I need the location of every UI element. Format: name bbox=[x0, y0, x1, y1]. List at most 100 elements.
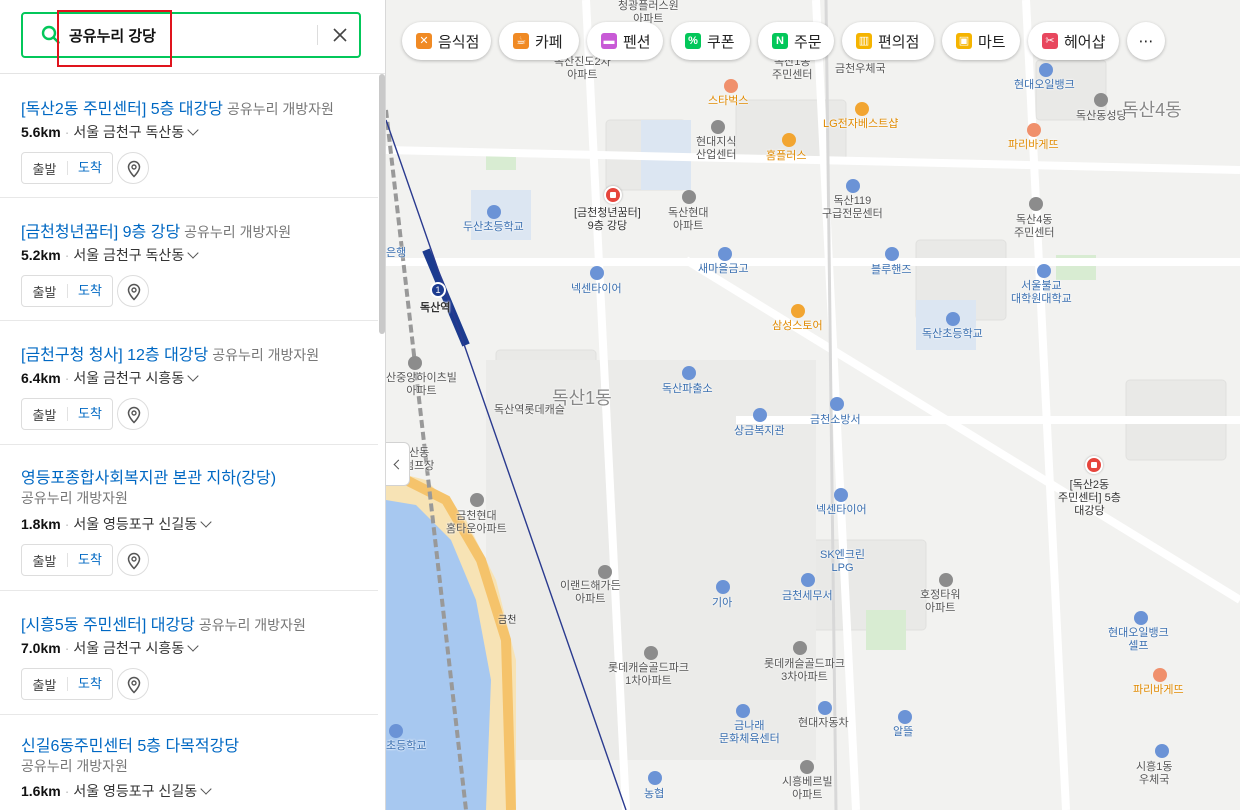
car-repair-icon bbox=[834, 488, 848, 502]
location-pin-button[interactable] bbox=[117, 398, 149, 430]
list-item[interactable]: [금천청년꿈터] 9층 강당 공유누리 개방자원 5.2km · 서울 금천구 독산동… bbox=[0, 198, 378, 321]
chevron-down-icon[interactable] bbox=[200, 783, 212, 795]
shop-icon bbox=[855, 102, 869, 116]
school-icon bbox=[389, 724, 403, 738]
result-marker-label[interactable]: [금천청년꿈터] 9층 강당 bbox=[574, 207, 641, 233]
chip-more[interactable]: ⋯ bbox=[1127, 22, 1165, 60]
arrive-button[interactable]: 도착 bbox=[67, 284, 112, 298]
apartment-icon bbox=[598, 565, 612, 579]
gas-station-icon bbox=[898, 710, 912, 724]
result-category: 공유누리 개방자원 bbox=[21, 490, 128, 506]
list-item[interactable]: [금천구청 청사] 12층 대강당 공유누리 개방자원 6.4km · 서울 금천구 … bbox=[0, 321, 378, 445]
result-title[interactable]: [독산2동 주민센터] 5층 대강당 공유누리 개방자원 bbox=[21, 95, 334, 119]
map-label: 상금복지관 bbox=[734, 425, 785, 437]
map-label: 독산역롯데캐슬 bbox=[494, 404, 565, 416]
result-address: 서울 금천구 독산동 bbox=[73, 247, 185, 263]
route-button: 출발 도착 bbox=[21, 544, 113, 576]
school-icon bbox=[487, 205, 501, 219]
close-icon[interactable] bbox=[327, 22, 353, 48]
result-marker[interactable] bbox=[604, 186, 622, 204]
chevron-down-icon[interactable] bbox=[187, 370, 199, 382]
chip-order[interactable]: N 주문 bbox=[758, 22, 834, 60]
chip-label: 음식점 bbox=[438, 33, 480, 51]
map-label: 새마을금고 bbox=[698, 263, 749, 275]
chip-restaurant[interactable]: ✕ 음식점 bbox=[402, 22, 491, 60]
apartment-icon bbox=[682, 190, 696, 204]
map-label: 산중앙하이츠빌 아파트 bbox=[386, 372, 457, 397]
start-button[interactable]: 출발 bbox=[22, 675, 67, 694]
arrive-button[interactable]: 도착 bbox=[67, 161, 112, 175]
result-title[interactable]: [금천청년꿈터] 9층 강당 공유누리 개방자원 bbox=[21, 218, 291, 242]
result-info: 7.0km · 서울 금천구 시흥동 bbox=[21, 638, 199, 658]
search-icon bbox=[41, 25, 60, 44]
location-pin-button[interactable] bbox=[117, 275, 149, 307]
building-icon bbox=[1029, 197, 1043, 211]
result-title[interactable]: [시흥5동 주민센터] 대강당 공유누리 개방자원 bbox=[21, 611, 306, 635]
result-distance: 7.0km bbox=[21, 640, 61, 656]
chip-pension[interactable]: ▬ 펜션 bbox=[587, 22, 663, 60]
chip-coupon[interactable]: % 쿠폰 bbox=[671, 22, 750, 60]
map-label: 독산파출소 bbox=[662, 383, 713, 395]
chip-cafe[interactable]: ☕ 카페 bbox=[499, 22, 579, 60]
arrive-button[interactable]: 도착 bbox=[67, 553, 112, 567]
chevron-down-icon[interactable] bbox=[200, 516, 212, 528]
result-distance: 1.6km bbox=[21, 783, 61, 799]
apartment-icon bbox=[800, 760, 814, 774]
police-icon bbox=[682, 366, 696, 380]
chevron-down-icon[interactable] bbox=[187, 247, 199, 259]
search-input[interactable] bbox=[69, 23, 309, 47]
start-button[interactable]: 출발 bbox=[22, 405, 67, 424]
location-pin-icon bbox=[127, 406, 141, 424]
start-button[interactable]: 출발 bbox=[22, 551, 67, 570]
scissors-icon: ✂ bbox=[1042, 33, 1058, 49]
location-pin-button[interactable] bbox=[117, 544, 149, 576]
arrive-button[interactable]: 도착 bbox=[67, 677, 112, 691]
list-item[interactable]: [시흥5동 주민센터] 대강당 공유누리 개방자원 7.0km · 서울 금천구 시흥… bbox=[0, 591, 378, 715]
map-label: 시흥1동 우체국 bbox=[1136, 761, 1173, 786]
map-label: 호정타워 아파트 bbox=[920, 589, 961, 614]
map-label: 독산4동 주민센터 bbox=[1014, 214, 1055, 239]
car-repair-icon bbox=[590, 266, 604, 280]
scrollbar[interactable] bbox=[379, 74, 385, 334]
location-pin-button[interactable] bbox=[117, 668, 149, 700]
fork-knife-icon: ✕ bbox=[416, 33, 432, 49]
location-pin-icon bbox=[127, 676, 141, 694]
location-pin-button[interactable] bbox=[117, 152, 149, 184]
result-title[interactable]: 신길6동주민센터 5층 다목적강당 bbox=[21, 732, 239, 756]
route-button: 출발 도착 bbox=[21, 152, 113, 184]
chevron-down-icon[interactable] bbox=[187, 124, 199, 136]
station-label[interactable]: 독산역 bbox=[420, 302, 450, 315]
map-label: 현대자동차 bbox=[798, 717, 849, 729]
chip-mart[interactable]: ▣ 마트 bbox=[942, 22, 1020, 60]
school-icon bbox=[946, 312, 960, 326]
chip-hair-shop[interactable]: ✂ 헤어샵 bbox=[1028, 22, 1119, 60]
bakery-icon bbox=[1153, 668, 1167, 682]
list-item[interactable]: [독산2동 주민센터] 5층 대강당 공유누리 개방자원 5.6km · 서울 금천구… bbox=[0, 74, 378, 198]
map-label: 금천소방서 bbox=[810, 414, 861, 426]
result-category: 공유누리 개방자원 bbox=[184, 224, 292, 240]
start-button[interactable]: 출발 bbox=[22, 159, 67, 178]
arrive-button[interactable]: 도착 bbox=[67, 407, 112, 421]
map-label: 금천현대 홈타운아파트 bbox=[446, 510, 507, 535]
car-dealer-icon bbox=[818, 701, 832, 715]
map-label: 독산119 구급전문센터 bbox=[822, 195, 883, 220]
map-view[interactable]: 독산1동 독산4동 독산역 1 [금천청년꿈터] 9층 강당 [독산2동 주민센… bbox=[386, 0, 1240, 810]
result-title[interactable]: [금천구청 청사] 12층 대강당 공유누리 개방자원 bbox=[21, 341, 319, 365]
gas-station-icon bbox=[1039, 63, 1053, 77]
location-pin-icon bbox=[127, 552, 141, 570]
result-title[interactable]: 영등포종합사회복지관 본관 지하(강당) bbox=[21, 464, 276, 488]
start-button[interactable]: 출발 bbox=[22, 282, 67, 301]
map-label: 현대오일뱅크 bbox=[1014, 79, 1075, 91]
subway-line1-icon[interactable]: 1 bbox=[430, 282, 446, 298]
result-marker-label[interactable]: [독산2동 주민센터] 5층 대강당 bbox=[1058, 479, 1121, 518]
chip-convenience-store[interactable]: ▥ 편의점 bbox=[842, 22, 934, 60]
collapse-panel-button[interactable] bbox=[386, 442, 410, 486]
list-item[interactable]: 신길6동주민센터 5층 다목적강당 공유누리 개방자원 1.6km · 서울 영등포… bbox=[0, 715, 378, 810]
chevron-down-icon[interactable] bbox=[187, 640, 199, 652]
result-marker[interactable] bbox=[1085, 456, 1103, 474]
result-info: 5.2km · 서울 금천구 독산동 bbox=[21, 245, 199, 265]
map-label: 독산진도2차 아파트 bbox=[554, 56, 611, 81]
result-address: 서울 금천구 시흥동 bbox=[73, 370, 185, 386]
area-label: 독산4동 bbox=[1122, 100, 1182, 120]
list-item[interactable]: 영등포종합사회복지관 본관 지하(강당) 공유누리 개방자원 1.8km · 서울 … bbox=[0, 445, 378, 591]
